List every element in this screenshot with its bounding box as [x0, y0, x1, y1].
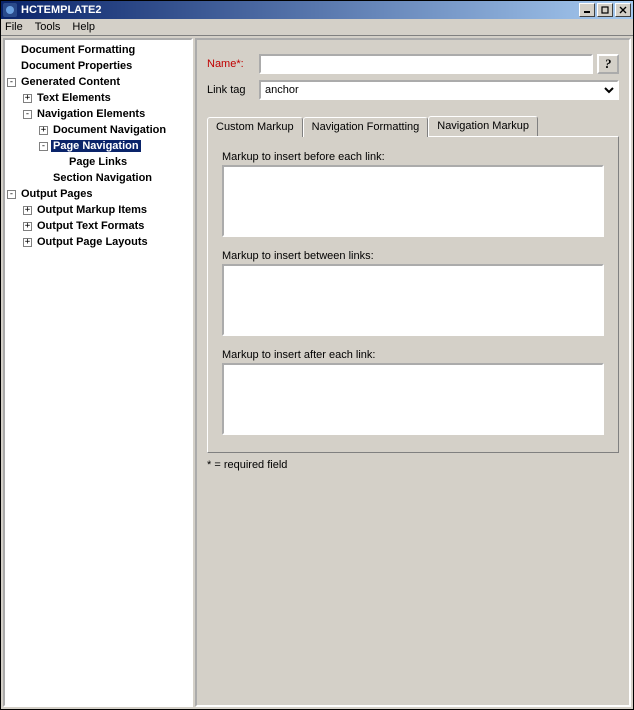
tree-section-navigation[interactable]: Section Navigation	[37, 170, 191, 186]
tree-navigation-elements[interactable]: -Navigation Elements	[21, 106, 191, 122]
menu-help[interactable]: Help	[72, 21, 95, 33]
tab-panel: Markup to insert before each link: Marku…	[207, 136, 619, 453]
menu-file[interactable]: File	[5, 21, 23, 33]
tab-navigation-markup[interactable]: Navigation Markup	[428, 116, 538, 136]
required-footnote: * = required field	[207, 459, 619, 471]
expand-icon[interactable]: +	[23, 222, 32, 231]
close-button[interactable]	[615, 3, 631, 17]
window-title: HCTEMPLATE2	[21, 4, 101, 16]
app-window: HCTEMPLATE2 File Tools Help Document For…	[0, 0, 634, 710]
collapse-icon[interactable]: -	[7, 78, 16, 87]
collapse-icon[interactable]: -	[39, 142, 48, 151]
help-button[interactable]: ?	[597, 54, 619, 74]
maximize-button[interactable]	[597, 3, 613, 17]
tree-document-navigation[interactable]: +Document Navigation	[37, 122, 191, 138]
tree-doc-formatting[interactable]: Document Formatting	[5, 42, 191, 58]
titlebar: HCTEMPLATE2	[1, 1, 633, 19]
menubar: File Tools Help	[1, 19, 633, 36]
markup-before-input[interactable]	[222, 165, 604, 237]
collapse-icon[interactable]: -	[7, 190, 16, 199]
tree-generated-content[interactable]: -Generated Content	[5, 74, 191, 90]
tab-navigation-formatting[interactable]: Navigation Formatting	[303, 117, 429, 137]
linktag-select[interactable]: anchor	[259, 80, 619, 100]
minimize-button[interactable]	[579, 3, 595, 17]
main-panel: Name*: ? Link tag anchor Custom Markup N…	[195, 38, 631, 707]
expand-icon[interactable]: +	[39, 126, 48, 135]
collapse-icon[interactable]: -	[23, 110, 32, 119]
after-label: Markup to insert after each link:	[222, 349, 604, 361]
menu-tools[interactable]: Tools	[35, 21, 61, 33]
tree-output-markup-items[interactable]: +Output Markup Items	[21, 202, 191, 218]
name-label: Name*:	[207, 58, 259, 70]
name-input[interactable]	[259, 54, 593, 74]
help-icon: ?	[605, 56, 612, 72]
markup-between-input[interactable]	[222, 264, 604, 336]
app-icon	[3, 3, 17, 17]
content-area: Document Formatting Document Properties …	[1, 36, 633, 709]
tree-output-pages[interactable]: -Output Pages	[5, 186, 191, 202]
tree-output-page-layouts[interactable]: +Output Page Layouts	[21, 234, 191, 250]
before-label: Markup to insert before each link:	[222, 151, 604, 163]
tree-sidebar: Document Formatting Document Properties …	[3, 38, 193, 707]
between-label: Markup to insert between links:	[222, 250, 604, 262]
expand-icon[interactable]: +	[23, 94, 32, 103]
tree-text-elements[interactable]: +Text Elements	[21, 90, 191, 106]
expand-icon[interactable]: +	[23, 206, 32, 215]
tree-page-navigation[interactable]: -Page Navigation	[37, 138, 191, 154]
expand-icon[interactable]: +	[23, 238, 32, 247]
tree-output-text-formats[interactable]: +Output Text Formats	[21, 218, 191, 234]
tab-custom-markup[interactable]: Custom Markup	[207, 117, 303, 137]
tree-doc-properties[interactable]: Document Properties	[5, 58, 191, 74]
markup-after-input[interactable]	[222, 363, 604, 435]
linktag-label: Link tag	[207, 84, 259, 96]
tab-bar: Custom Markup Navigation Formatting Navi…	[207, 116, 619, 136]
tree-page-links[interactable]: Page Links	[53, 154, 191, 170]
